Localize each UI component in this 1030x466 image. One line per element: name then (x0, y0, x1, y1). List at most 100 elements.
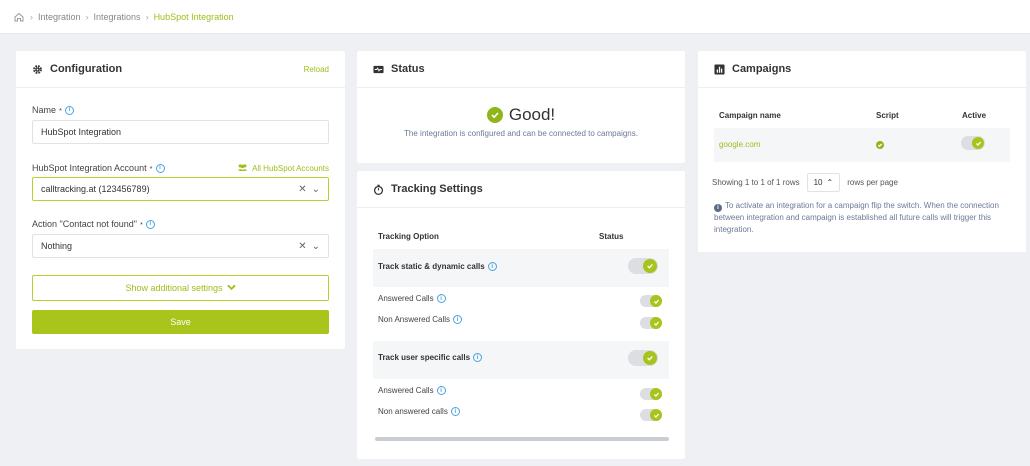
column-header-tracking-option: Tracking Option (378, 232, 439, 241)
info-icon[interactable]: i (64, 105, 74, 115)
info-icon[interactable]: i (155, 163, 165, 173)
tracking-item-label-text: Non answered calls (378, 407, 448, 416)
required-mark: * (149, 163, 153, 173)
tracking-item-label: Answered Calls i (378, 294, 446, 303)
tracking-item-label: Non answered calls i (378, 407, 460, 416)
tracking-group-label: Track user specific calls i (378, 353, 483, 362)
status-description: The integration is configured and can be… (404, 129, 638, 138)
info-icon[interactable]: i (436, 294, 446, 303)
pagination-showing-text: Showing 1 to 1 of 1 rows (712, 178, 800, 187)
tracking-settings-card: Tracking Settings Tracking Option Status… (357, 171, 685, 459)
column-header-script: Script (876, 111, 899, 120)
home-icon[interactable] (13, 11, 25, 23)
gear-icon (32, 64, 43, 75)
tracking-item-label-text: Answered Calls (378, 386, 434, 395)
status-state: Good! (357, 105, 685, 125)
clear-icon[interactable]: ✕ (298, 184, 306, 195)
status-monitor-icon (373, 64, 384, 75)
status-card: Status Good! The integration is configur… (357, 51, 685, 163)
status-header: Status (357, 51, 685, 88)
campaigns-card: Campaigns Campaign name Script Active go… (698, 51, 1026, 252)
all-accounts-link[interactable]: All HubSpot Accounts (237, 163, 329, 174)
toggle-track-user-specific[interactable] (628, 350, 658, 366)
account-label-text: HubSpot Integration Account (32, 163, 147, 173)
info-icon[interactable]: i (487, 262, 497, 271)
tracking-item-label: Non Answered Calls i (378, 315, 463, 324)
account-label: HubSpot Integration Account * i (32, 163, 165, 173)
campaigns-header: Campaigns (698, 51, 1026, 88)
campaigns-note: i To activate an integration for a campai… (714, 200, 1014, 236)
save-button[interactable]: Save (32, 310, 329, 334)
tracking-item-label: Answered Calls i (378, 386, 446, 395)
info-icon[interactable]: i (453, 315, 463, 324)
action-select[interactable]: Nothing ✕ ⌄ (32, 234, 329, 258)
toggle-non-answered-calls[interactable] (640, 317, 662, 329)
reload-link[interactable]: Reload (304, 65, 329, 74)
required-mark: * (59, 105, 62, 115)
rows-per-page-select[interactable]: 10 ⌃ (806, 173, 841, 192)
name-input-value: HubSpot Integration (41, 127, 122, 137)
status-state-text: Good! (508, 105, 556, 124)
breadcrumb-separator: › (85, 11, 89, 22)
name-input[interactable]: HubSpot Integration (32, 120, 329, 144)
breadcrumb-separator: › (145, 11, 149, 22)
name-label: Name * i (32, 105, 74, 115)
breadcrumb-item-current: HubSpot Integration (153, 11, 234, 22)
all-accounts-label: All HubSpot Accounts (252, 164, 329, 173)
stopwatch-icon (373, 184, 384, 195)
chevron-down-icon (226, 283, 236, 293)
configuration-card: Configuration Reload Name * i HubSpot Int… (16, 51, 345, 349)
info-icon[interactable]: i (436, 386, 446, 395)
tracking-group-label-text: Track static & dynamic calls (378, 262, 485, 271)
tracking-settings-header: Tracking Settings (357, 171, 685, 208)
action-select-value: Nothing (41, 241, 73, 251)
check-icon (650, 295, 662, 307)
show-additional-settings-button[interactable]: Show additional settings (32, 275, 329, 301)
users-icon (237, 163, 248, 174)
account-select-value: calltracking.at (123456789) (41, 184, 150, 194)
campaign-name-link[interactable]: google.com (719, 140, 760, 149)
toggle-user-answered-calls[interactable] (640, 388, 662, 400)
check-icon (650, 388, 662, 400)
info-icon: i (714, 204, 722, 213)
check-icon (643, 259, 657, 273)
toggle-user-non-answered-calls[interactable] (640, 409, 662, 421)
tracking-item-label-text: Non Answered Calls (378, 315, 451, 324)
campaigns-note-text: To activate an integration for a campaig… (714, 201, 999, 234)
info-icon[interactable]: i (145, 219, 155, 229)
check-icon (972, 137, 984, 149)
column-header-campaign-name: Campaign name (719, 111, 781, 120)
toggle-answered-calls[interactable] (640, 295, 662, 307)
breadcrumb-separator: › (30, 11, 33, 22)
breadcrumb-item-integration[interactable]: Integration (38, 12, 81, 22)
breadcrumb-item-integrations[interactable]: Integrations (94, 12, 141, 22)
info-icon[interactable]: i (450, 407, 460, 416)
account-select[interactable]: calltracking.at (123456789) ✕ ⌄ (32, 177, 329, 201)
info-icon[interactable]: i (473, 353, 483, 362)
campaigns-title: Campaigns (732, 63, 792, 75)
campaign-active-toggle[interactable] (961, 136, 985, 150)
chevron-up-icon: ⌃ (826, 178, 834, 187)
bar-chart-icon (714, 63, 725, 75)
script-check-icon (876, 141, 884, 149)
status-title: Status (391, 63, 425, 75)
rows-per-page-label: rows per page (847, 178, 898, 187)
configuration-header: Configuration Reload (16, 51, 345, 88)
horizontal-scrollbar[interactable] (375, 437, 669, 441)
check-icon (643, 351, 657, 365)
column-header-active: Active (962, 111, 987, 120)
action-label: Action "Contact not found" * i (32, 219, 155, 229)
chevron-down-icon[interactable]: ⌄ (312, 241, 320, 252)
tracking-item-label-text: Answered Calls (378, 294, 434, 303)
column-header-status: Status (599, 232, 624, 241)
required-mark: * (139, 219, 143, 229)
pagination: Showing 1 to 1 of 1 rows 10 ⌃ rows per p… (712, 173, 898, 192)
check-icon (650, 317, 662, 329)
rows-per-page-value: 10 (813, 178, 823, 187)
check-circle-icon (486, 107, 503, 123)
action-label-text: Action "Contact not found" (32, 219, 137, 229)
clear-icon[interactable]: ✕ (298, 241, 306, 252)
breadcrumb: › Integration › Integrations › HubSpot I… (0, 0, 1030, 34)
chevron-down-icon[interactable]: ⌄ (312, 184, 320, 195)
toggle-track-static-dynamic[interactable] (628, 258, 658, 274)
